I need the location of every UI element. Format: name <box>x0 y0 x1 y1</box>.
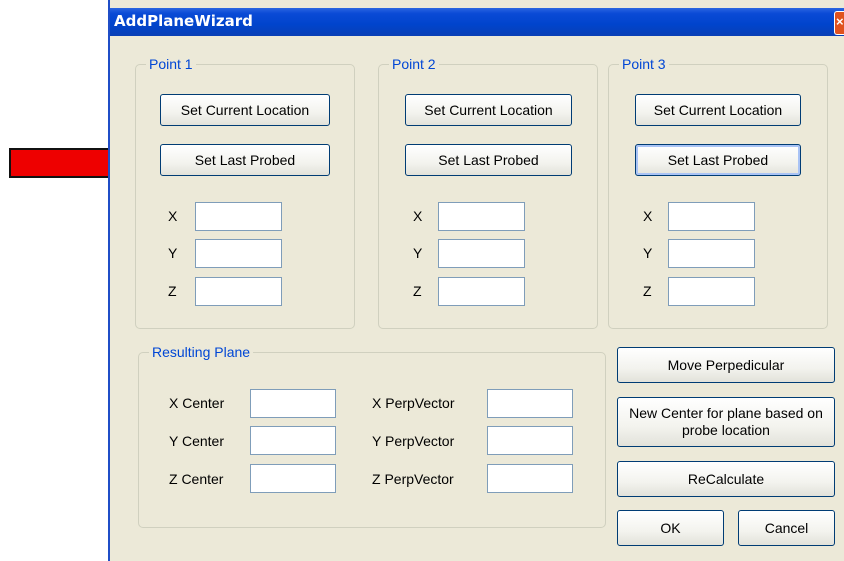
point-3-y-label: Y <box>643 245 653 261</box>
point-3-set-last-probed-button[interactable]: Set Last Probed <box>635 144 801 176</box>
point-2-set-last-probed-button[interactable]: Set Last Probed <box>405 144 572 176</box>
point-3-x-label: X <box>643 208 653 224</box>
point-1-z-field[interactable] <box>195 277 282 306</box>
point-2-title: Point 2 <box>389 55 439 73</box>
point-1-y-field[interactable] <box>195 239 282 268</box>
resulting-plane-group: Resulting Plane X Center Y Center Z Cent… <box>138 343 606 528</box>
cancel-button[interactable]: Cancel <box>738 510 835 546</box>
add-plane-wizard-window: AddPlaneWizard × Point 1 Set Current Loc… <box>108 0 844 561</box>
recalculate-button[interactable]: ReCalculate <box>617 461 835 497</box>
point-2-x-label: X <box>413 208 423 224</box>
y-perpvector-label: Y PerpVector <box>372 433 455 449</box>
x-perpvector-field[interactable] <box>487 389 573 418</box>
new-center-button[interactable]: New Center for plane based on probe loca… <box>617 397 835 447</box>
point-3-z-field[interactable] <box>668 277 755 306</box>
y-center-field[interactable] <box>250 426 336 455</box>
point-3-title: Point 3 <box>619 55 669 73</box>
point-3-group: Point 3 Set Current Location Set Last Pr… <box>608 55 828 329</box>
point-3-z-label: Z <box>643 283 652 299</box>
point-1-x-label: X <box>168 208 178 224</box>
window-title: AddPlaneWizard <box>114 12 253 30</box>
x-perpvector-label: X PerpVector <box>372 395 455 411</box>
z-perpvector-label: Z PerpVector <box>372 471 454 487</box>
y-center-label: Y Center <box>169 433 224 449</box>
point-2-group: Point 2 Set Current Location Set Last Pr… <box>378 55 598 329</box>
point-3-y-field[interactable] <box>668 239 755 268</box>
point-2-y-label: Y <box>413 245 423 261</box>
point-3-set-current-location-button[interactable]: Set Current Location <box>635 94 801 126</box>
resulting-plane-title: Resulting Plane <box>149 343 254 361</box>
point-2-z-label: Z <box>413 283 422 299</box>
point-1-y-label: Y <box>168 245 178 261</box>
z-perpvector-field[interactable] <box>487 464 573 493</box>
point-1-title: Point 1 <box>146 55 196 73</box>
x-center-label: X Center <box>169 395 225 411</box>
point-2-set-current-location-button[interactable]: Set Current Location <box>405 94 572 126</box>
point-1-set-last-probed-button[interactable]: Set Last Probed <box>160 144 330 176</box>
z-center-label: Z Center <box>169 471 224 487</box>
point-1-set-current-location-button[interactable]: Set Current Location <box>160 94 330 126</box>
y-perpvector-field[interactable] <box>487 426 573 455</box>
title-bar[interactable]: AddPlaneWizard × <box>110 8 844 36</box>
point-1-x-field[interactable] <box>195 202 282 231</box>
point-2-z-field[interactable] <box>438 277 525 306</box>
move-perpendicular-button[interactable]: Move Perpedicular <box>617 347 835 383</box>
point-1-z-label: Z <box>168 283 177 299</box>
point-3-x-field[interactable] <box>668 202 755 231</box>
ok-button[interactable]: OK <box>617 510 724 546</box>
x-center-field[interactable] <box>250 389 336 418</box>
close-button[interactable]: × <box>834 11 844 35</box>
z-center-field[interactable] <box>250 464 336 493</box>
point-2-x-field[interactable] <box>438 202 525 231</box>
point-2-y-field[interactable] <box>438 239 525 268</box>
point-1-group: Point 1 Set Current Location Set Last Pr… <box>135 55 355 329</box>
close-icon: × <box>836 14 844 29</box>
